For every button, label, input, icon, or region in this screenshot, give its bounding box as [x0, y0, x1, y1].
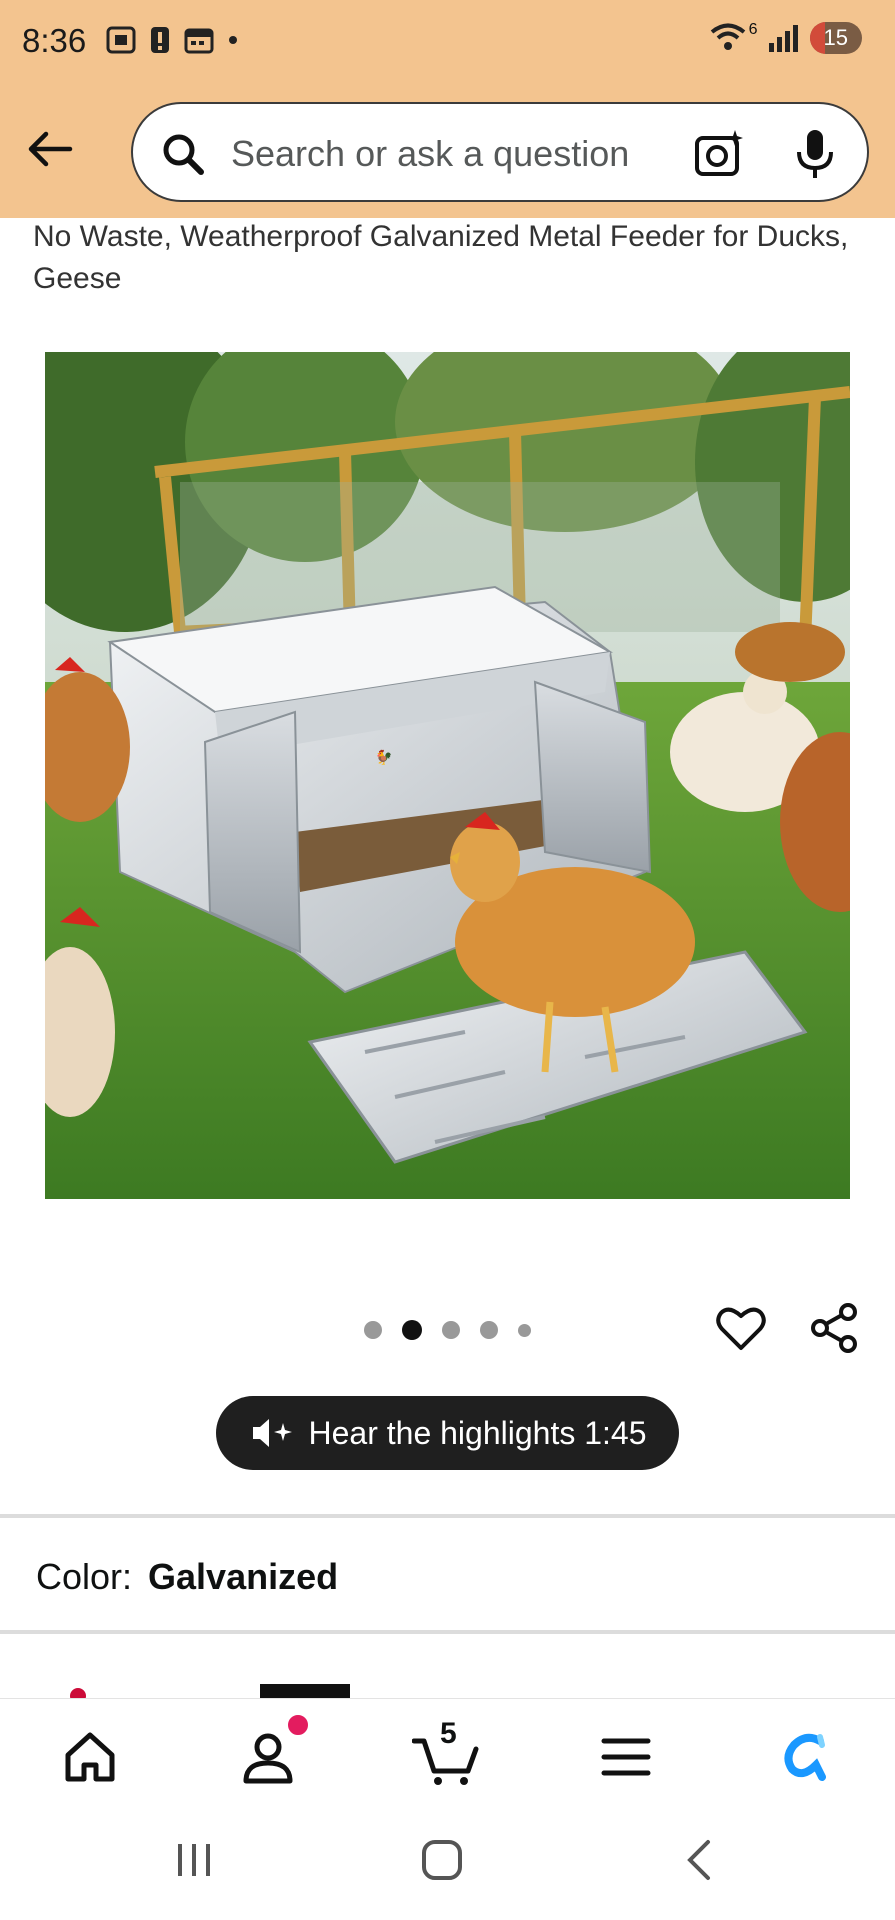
system-back-icon[interactable]: [678, 1838, 722, 1882]
search-bar[interactable]: [131, 102, 869, 202]
search-icon: [163, 134, 204, 175]
color-label: Color:: [36, 1556, 133, 1597]
home-button-icon[interactable]: [420, 1838, 464, 1882]
status-icons-left: [106, 26, 238, 54]
heart-icon[interactable]: [715, 1302, 767, 1354]
pager-dot[interactable]: [480, 1321, 498, 1339]
dot-icon: [229, 36, 237, 44]
hear-highlights-label: Hear the highlights 1:45: [308, 1414, 647, 1451]
microphone-icon[interactable]: [789, 126, 841, 182]
pager-dot[interactable]: [364, 1321, 382, 1339]
menu-icon[interactable]: [596, 1727, 656, 1787]
notification-dot: [286, 1713, 310, 1737]
status-time: 8:36: [22, 22, 87, 59]
home-icon[interactable]: [60, 1727, 120, 1787]
battery-indicator: 15: [809, 22, 862, 54]
divider: [0, 1630, 895, 1634]
network-type: 6: [748, 21, 758, 38]
system-nav-bar: [0, 1808, 895, 1920]
top-header: 8:36 6 15: [0, 0, 895, 218]
bottom-nav: 5: [0, 1698, 895, 1809]
divider: [0, 1514, 895, 1518]
price-row-peek: [60, 1684, 360, 1698]
pager-dot[interactable]: [442, 1321, 460, 1339]
account-icon[interactable]: [238, 1727, 298, 1787]
speaker-sparkle-icon: [252, 1419, 292, 1447]
back-arrow-icon[interactable]: [26, 125, 74, 173]
status-right: 6 15: [709, 21, 862, 54]
share-icon[interactable]: [808, 1302, 860, 1354]
pager-dot[interactable]: [518, 1323, 531, 1337]
alert-icon: [151, 27, 169, 53]
color-value: Galvanized: [148, 1556, 339, 1597]
signal-icon: [768, 25, 798, 52]
hear-highlights-button[interactable]: Hear the highlights 1:45: [216, 1396, 679, 1470]
pager-dot-active[interactable]: [402, 1320, 422, 1340]
cart-count: 5: [440, 1717, 457, 1750]
product-photo: 🐓: [45, 352, 850, 1199]
rufus-assistant-icon[interactable]: [776, 1727, 836, 1787]
recent-apps-icon[interactable]: [172, 1838, 216, 1882]
color-selector[interactable]: Color: Galvanized: [36, 1556, 338, 1598]
image-pager[interactable]: [364, 1320, 531, 1340]
product-title[interactable]: No Waste, Weatherproof Galvanized Metal …: [33, 216, 863, 300]
svg-text:🐓: 🐓: [375, 749, 392, 766]
wifi-icon: [710, 23, 745, 50]
calendar-icon: [184, 28, 214, 54]
screenshot-icon: [106, 26, 136, 54]
product-image[interactable]: 🐓: [45, 352, 850, 1199]
camera-lens-icon[interactable]: [691, 126, 747, 182]
